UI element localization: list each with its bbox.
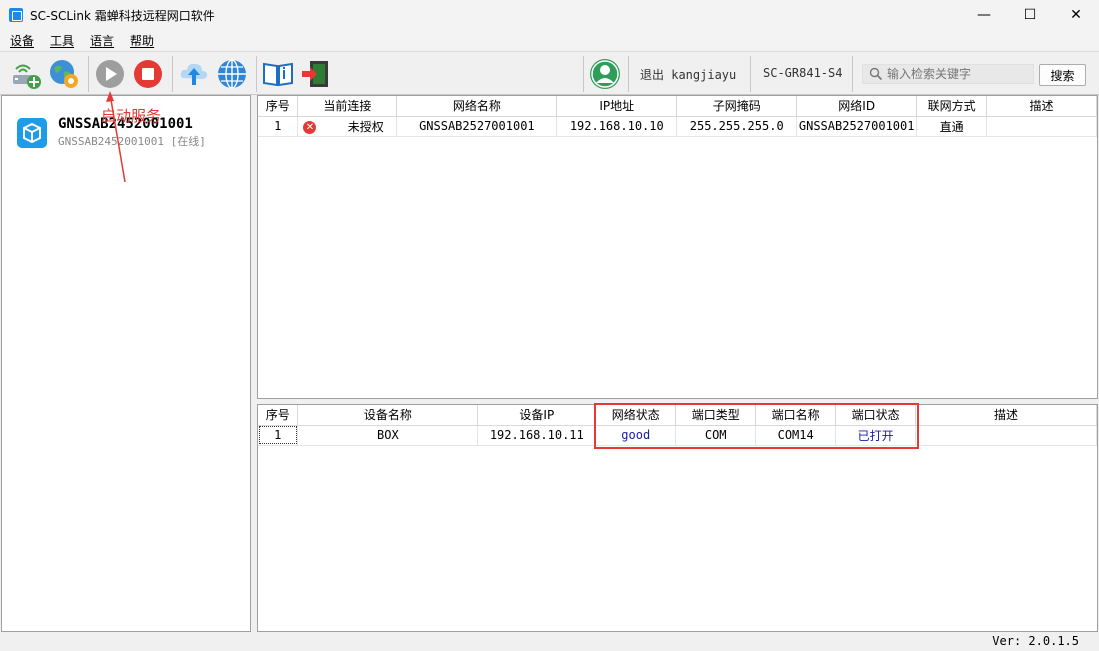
row-index: 1	[258, 425, 299, 446]
column-header[interactable]: 网络名称	[396, 96, 558, 117]
network-globe-icon[interactable]	[216, 58, 248, 90]
column-header[interactable]: 当前连接	[297, 96, 398, 117]
toolbar: 退出 kangjiayu SC-GR841-S4 搜索	[0, 51, 1099, 95]
network-table: 序号 当前连接 网络名称 IP地址 子网掩码 网络ID 联网方式 描述 1 ✕ …	[257, 95, 1098, 399]
subnet-mask: 255.255.255.0	[676, 116, 798, 137]
device-description	[915, 425, 1097, 446]
network-name: GNSSAB2527001001	[396, 116, 558, 137]
device-name-cell: BOX	[297, 425, 479, 446]
version-label: Ver: 2.0.1.5	[992, 634, 1079, 648]
network-description	[986, 116, 1097, 137]
column-header[interactable]: 子网掩码	[676, 96, 798, 117]
toolbar-separator	[172, 56, 173, 92]
toolbar-separator	[628, 56, 629, 92]
table-header-row: 序号 当前连接 网络名称 IP地址 子网掩码 网络ID 联网方式 描述	[258, 96, 1097, 117]
manual-book-icon[interactable]	[262, 58, 294, 90]
column-header[interactable]: 描述	[915, 405, 1097, 426]
start-service-icon[interactable]	[94, 58, 126, 90]
device-tree-panel: GNSSAB2452001001 GNSSAB2452001001 [在线]	[1, 95, 251, 632]
logout-link[interactable]: 退出 kangjiayu	[640, 66, 736, 83]
menu-bar: 设备 工具 语言 帮助	[0, 30, 1099, 50]
add-device-icon[interactable]	[10, 58, 42, 90]
toolbar-separator	[256, 56, 257, 92]
toolbar-separator	[750, 56, 751, 92]
menu-device[interactable]: 设备	[10, 32, 34, 49]
minimize-button[interactable]: —	[961, 0, 1007, 30]
model-label: SC-GR841-S4	[763, 66, 843, 80]
device-box-icon	[17, 118, 47, 148]
column-header[interactable]: 序号	[258, 405, 299, 426]
menu-tools[interactable]: 工具	[50, 32, 74, 49]
highlight-box	[594, 403, 919, 449]
column-header[interactable]: 描述	[986, 96, 1097, 117]
toolbar-separator	[583, 56, 584, 92]
title-bar: SC-SCLink 霜蝉科技远程网口软件 — ☐ ✕	[0, 0, 1099, 30]
annotation-label: 启动服务	[101, 107, 162, 125]
maximize-button[interactable]: ☐	[1007, 0, 1053, 30]
column-header[interactable]: IP地址	[556, 96, 678, 117]
search-icon	[869, 67, 883, 81]
device-ip: 192.168.10.11	[477, 425, 597, 446]
row-index: 1	[258, 116, 299, 137]
network-id: GNSSAB2527001001	[796, 116, 918, 137]
toolbar-separator	[852, 56, 853, 92]
toolbar-separator	[88, 56, 89, 92]
column-header[interactable]: 设备名称	[297, 405, 479, 426]
ip-address: 192.168.10.10	[556, 116, 678, 137]
menu-language[interactable]: 语言	[90, 32, 114, 49]
upload-cloud-icon[interactable]	[178, 58, 210, 90]
menu-help[interactable]: 帮助	[130, 32, 154, 49]
close-button[interactable]: ✕	[1053, 0, 1099, 30]
error-icon: ✕	[303, 120, 317, 134]
connection-status: 未授权	[347, 119, 384, 134]
exit-door-icon[interactable]	[300, 58, 332, 90]
window-title: SC-SCLink 霜蝉科技远程网口软件	[30, 8, 215, 23]
column-header[interactable]: 网络ID	[796, 96, 918, 117]
search-box[interactable]	[862, 64, 1034, 84]
network-mode: 直通	[916, 116, 988, 137]
device-status: GNSSAB2452001001 [在线]	[58, 135, 206, 148]
status-bar: Ver: 2.0.1.5	[0, 633, 1099, 651]
column-header[interactable]: 序号	[258, 96, 299, 117]
table-row[interactable]: 1 ✕ 未授权 GNSSAB2527001001 192.168.10.10 2…	[258, 116, 1097, 137]
stop-service-icon[interactable]	[132, 58, 164, 90]
connection-cell: ✕ 未授权	[297, 116, 398, 137]
user-avatar-icon[interactable]	[589, 58, 621, 90]
search-button[interactable]: 搜索	[1039, 64, 1086, 86]
search-input[interactable]	[887, 67, 1027, 81]
app-icon	[9, 8, 23, 22]
globe-settings-icon[interactable]	[48, 58, 80, 90]
column-header[interactable]: 设备IP	[477, 405, 597, 426]
column-header[interactable]: 联网方式	[916, 96, 988, 117]
